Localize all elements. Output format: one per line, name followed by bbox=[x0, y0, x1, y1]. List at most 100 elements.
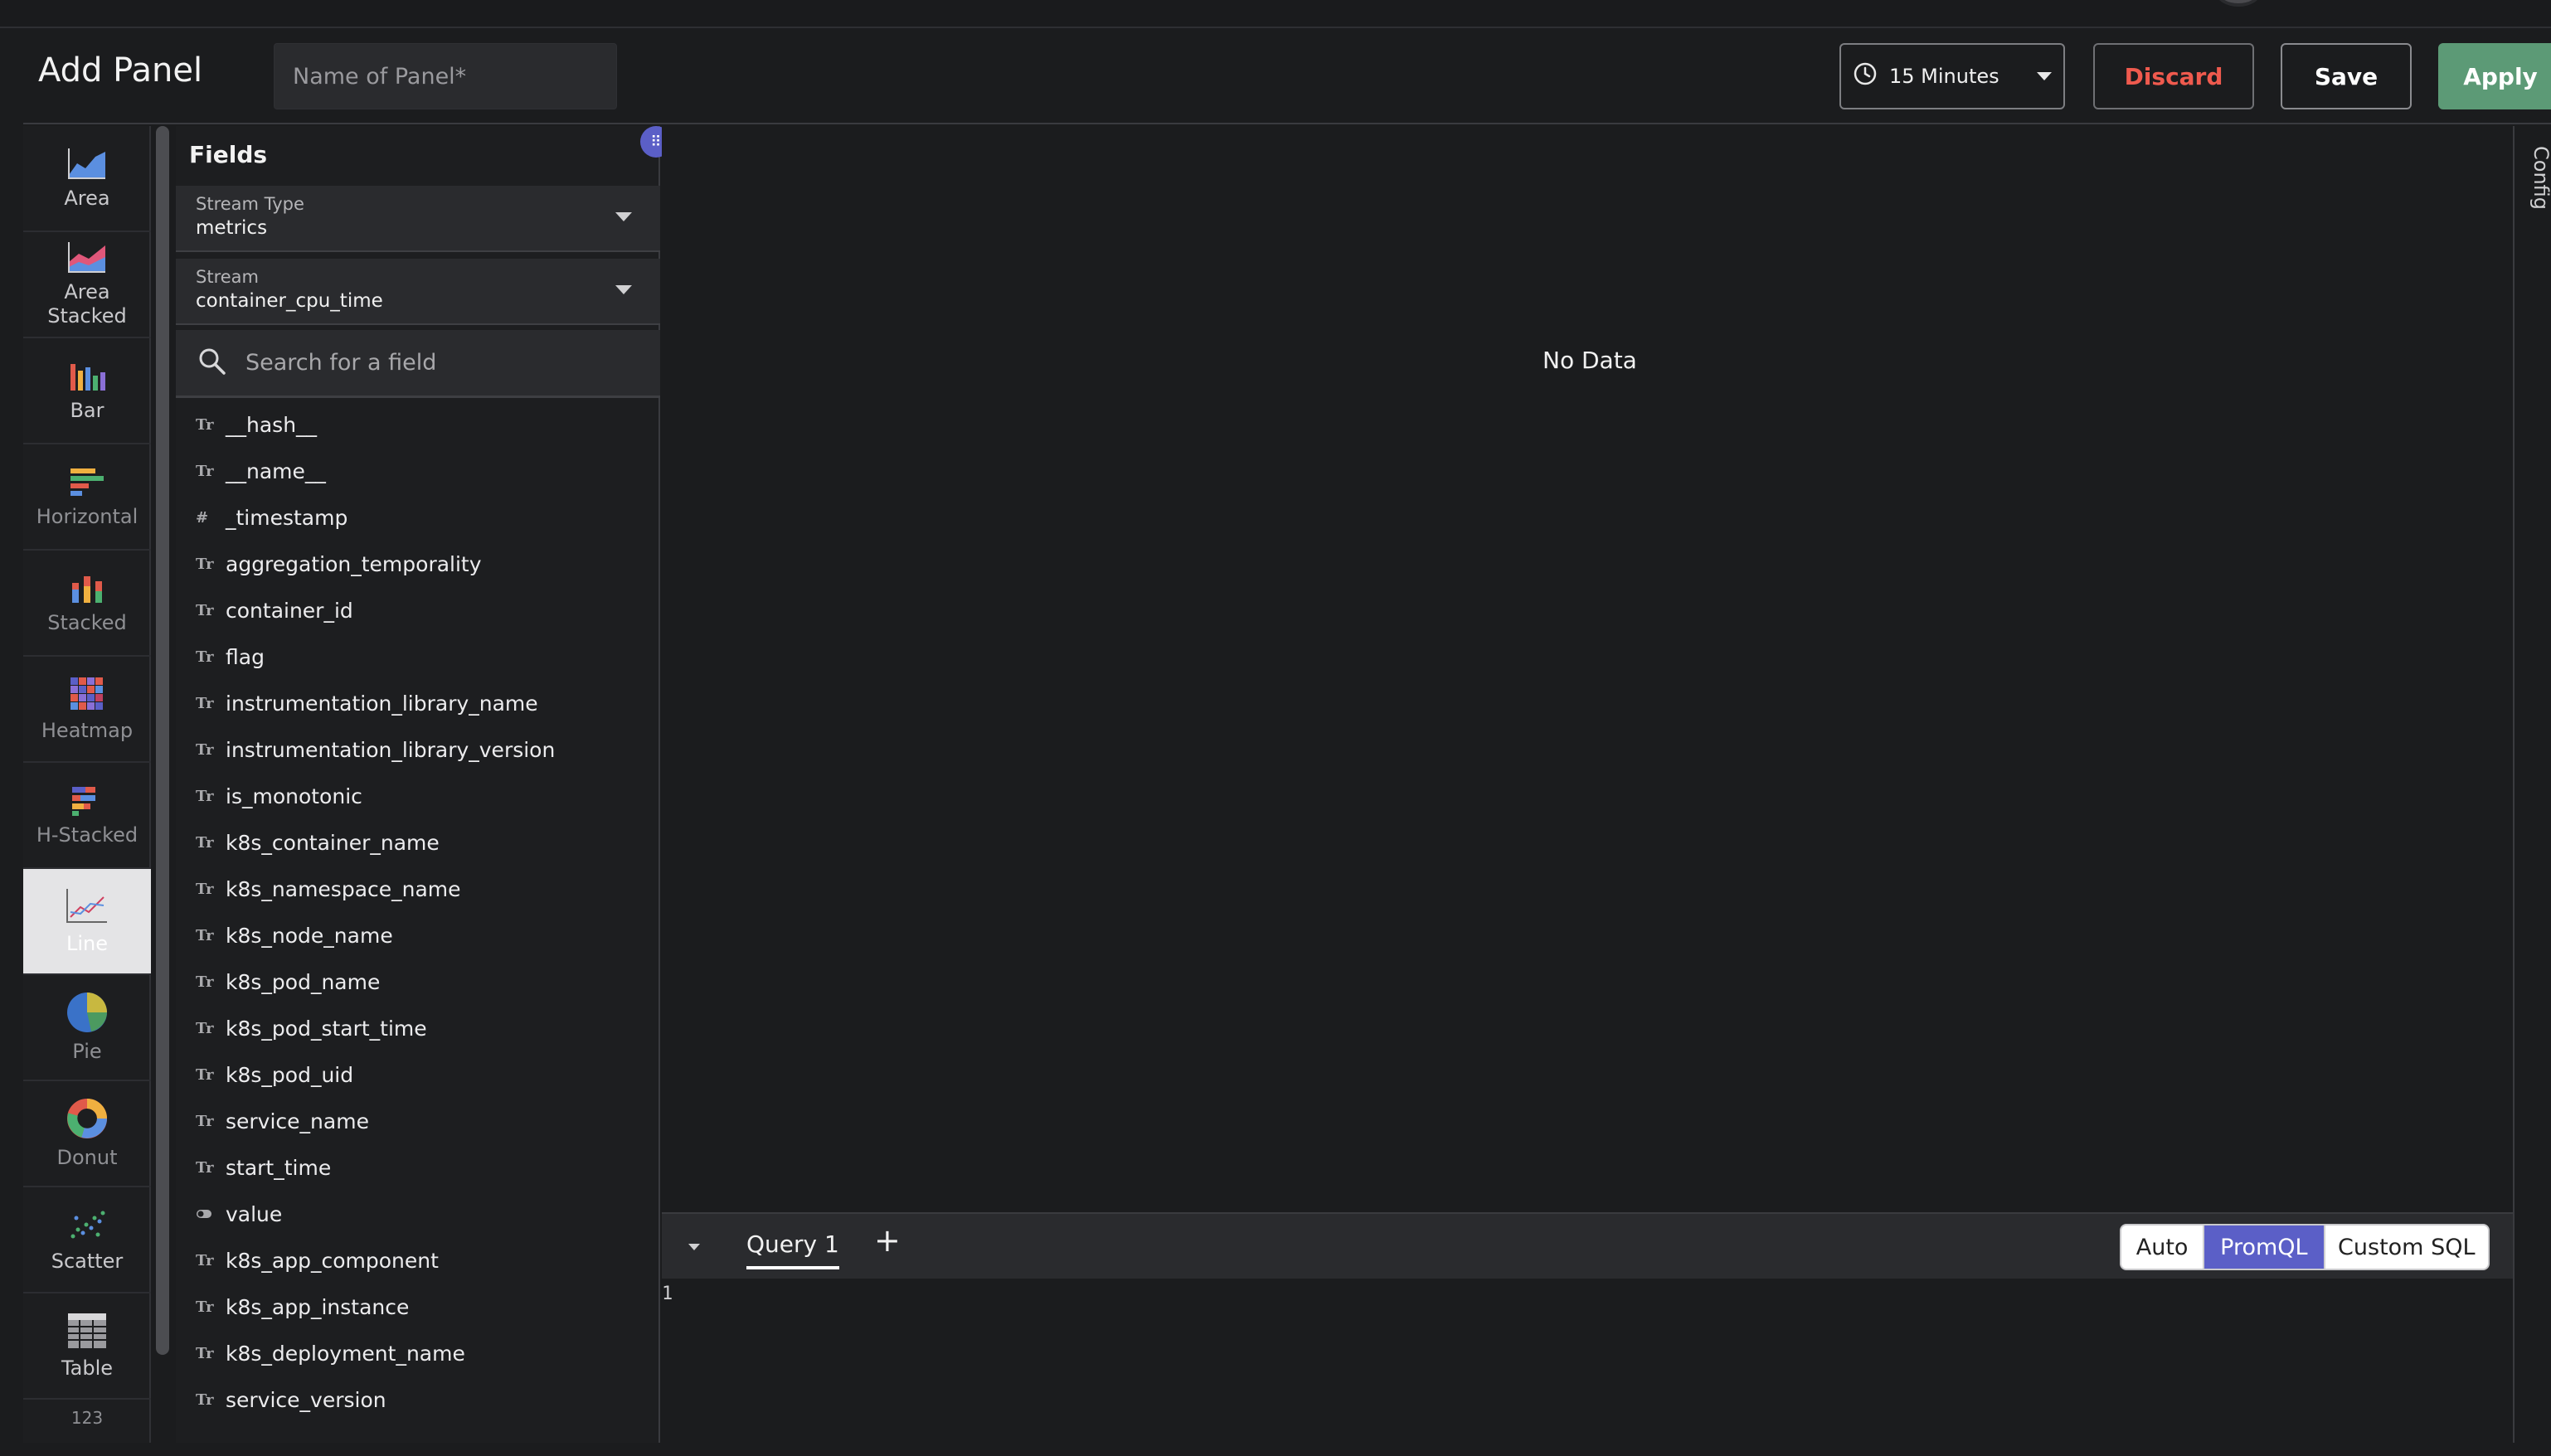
tab-query-1[interactable]: Query 1 bbox=[746, 1230, 839, 1269]
chart-type-h-stacked[interactable]: H-Stacked bbox=[23, 763, 151, 869]
field-name: _timestamp bbox=[226, 505, 348, 530]
chart-type-bar[interactable]: Bar bbox=[23, 338, 151, 444]
query-mode-toggle[interactable]: Auto PromQL Custom SQL bbox=[2120, 1224, 2490, 1270]
line-chart-icon bbox=[66, 888, 107, 923]
field-name: start_time bbox=[226, 1155, 332, 1180]
h-stacked-chart-icon bbox=[72, 786, 95, 816]
discard-button[interactable]: Discard bbox=[2093, 43, 2254, 109]
save-button[interactable]: Save bbox=[2281, 43, 2412, 109]
search-input[interactable] bbox=[244, 349, 629, 376]
field-name: k8s_container_name bbox=[226, 830, 440, 855]
chart-type-label: Horizontal bbox=[36, 504, 138, 528]
field-item[interactable]: Tr k8s_deployment_name bbox=[176, 1330, 660, 1376]
chart-type-label: Table bbox=[61, 1356, 114, 1380]
field-item[interactable]: Tr instrumentation_library_version bbox=[176, 726, 660, 773]
text-type-icon: Tr bbox=[196, 1019, 214, 1037]
field-name: instrumentation_library_version bbox=[226, 737, 556, 762]
chevron-down-icon bbox=[615, 212, 632, 221]
field-name: __name__ bbox=[226, 459, 326, 483]
text-type-icon: Tr bbox=[196, 1251, 214, 1269]
chart-type-next[interactable]: 123 bbox=[23, 1400, 151, 1456]
chart-type-horizontal[interactable]: Horizontal bbox=[23, 444, 151, 551]
field-name: k8s_app_instance bbox=[226, 1294, 410, 1319]
field-item[interactable]: Tr start_time bbox=[176, 1144, 660, 1191]
field-item[interactable]: Tr flag bbox=[176, 633, 660, 680]
top-bar bbox=[0, 0, 2551, 28]
config-label[interactable]: Config bbox=[2529, 146, 2551, 210]
stream-select[interactable]: Stream container_cpu_time bbox=[176, 259, 660, 325]
field-name: is_monotonic bbox=[226, 784, 362, 808]
clock-icon bbox=[1853, 61, 1878, 91]
chart-type-stacked[interactable]: Stacked bbox=[23, 551, 151, 657]
field-item[interactable]: Tr __name__ bbox=[176, 448, 660, 494]
scrollbar-thumb[interactable] bbox=[156, 126, 169, 1355]
text-type-icon: Tr bbox=[196, 1298, 214, 1316]
field-item[interactable]: Tr k8s_pod_uid bbox=[176, 1051, 660, 1098]
field-item[interactable]: Tr k8s_pod_name bbox=[176, 959, 660, 1005]
field-name: k8s_pod_start_time bbox=[226, 1016, 427, 1041]
collapse-query-icon[interactable] bbox=[688, 1244, 700, 1250]
chart-preview bbox=[662, 126, 2513, 1211]
chart-type-table[interactable]: Table bbox=[23, 1293, 151, 1400]
horizontal-bar-chart-icon bbox=[70, 468, 104, 496]
field-item[interactable]: Tr k8s_pod_start_time bbox=[176, 1005, 660, 1051]
panel-name-input[interactable] bbox=[274, 43, 617, 109]
field-item[interactable]: Tr container_id bbox=[176, 587, 660, 633]
add-query-button[interactable]: + bbox=[874, 1222, 901, 1259]
chevron-down-icon bbox=[615, 285, 632, 294]
field-item[interactable]: Tr service_version bbox=[176, 1376, 660, 1423]
select-label: Stream bbox=[196, 267, 259, 287]
text-type-icon: Tr bbox=[196, 880, 214, 898]
apply-button[interactable]: Apply bbox=[2438, 43, 2551, 109]
field-name: container_id bbox=[226, 598, 353, 623]
field-name: service_name bbox=[226, 1109, 369, 1133]
select-value: metrics bbox=[196, 217, 268, 239]
field-item[interactable]: Tr __hash__ bbox=[176, 401, 660, 448]
field-item[interactable]: Tr k8s_app_component bbox=[176, 1237, 660, 1284]
text-type-icon: Tr bbox=[196, 1112, 214, 1130]
text-type-icon: Tr bbox=[196, 601, 214, 619]
chart-type-label: Area Stacked bbox=[47, 280, 127, 328]
field-item[interactable]: Tr instrumentation_library_name bbox=[176, 680, 660, 726]
query-editor[interactable] bbox=[662, 1279, 2513, 1443]
field-item[interactable]: value bbox=[176, 1191, 660, 1237]
chart-type-area[interactable]: Area bbox=[23, 126, 151, 232]
field-search[interactable] bbox=[176, 330, 660, 398]
text-type-icon: Tr bbox=[196, 415, 214, 434]
chart-type-label: H-Stacked bbox=[36, 823, 138, 847]
chart-type-label: Donut bbox=[56, 1145, 118, 1169]
field-item[interactable]: # _timestamp bbox=[176, 494, 660, 541]
field-name: service_version bbox=[226, 1387, 386, 1412]
field-name: k8s_pod_name bbox=[226, 969, 381, 994]
mode-promql[interactable]: PromQL bbox=[2204, 1225, 2325, 1269]
chart-type-label: Scatter bbox=[51, 1249, 124, 1273]
field-name: value bbox=[226, 1201, 283, 1226]
chart-type-heatmap[interactable]: Heatmap bbox=[23, 657, 151, 763]
chart-type-pie[interactable]: Pie bbox=[23, 975, 151, 1081]
field-item[interactable]: Tr service_name bbox=[176, 1098, 660, 1144]
field-item[interactable]: Tr k8s_namespace_name bbox=[176, 866, 660, 912]
field-name: k8s_pod_uid bbox=[226, 1062, 354, 1087]
field-item[interactable]: Tr k8s_container_name bbox=[176, 819, 660, 866]
field-name: __hash__ bbox=[226, 412, 318, 437]
chart-type-area-stacked[interactable]: Area Stacked bbox=[23, 232, 151, 338]
mode-auto[interactable]: Auto bbox=[2121, 1225, 2205, 1269]
pie-chart-icon bbox=[67, 992, 107, 1032]
field-item[interactable]: Tr aggregation_temporality bbox=[176, 541, 660, 587]
field-item[interactable]: Tr k8s_node_name bbox=[176, 912, 660, 959]
chevron-down-icon bbox=[2037, 72, 2052, 80]
time-range-picker[interactable]: 15 Minutes bbox=[1839, 43, 2065, 109]
chart-type-label: Bar bbox=[70, 398, 104, 422]
text-type-icon: Tr bbox=[196, 926, 214, 944]
chart-type-donut[interactable]: Donut bbox=[23, 1081, 151, 1187]
text-type-icon: Tr bbox=[196, 555, 214, 573]
chart-type-line[interactable]: Line bbox=[23, 869, 151, 975]
field-item[interactable]: Tr is_monotonic bbox=[176, 773, 660, 819]
chart-type-label: Stacked bbox=[47, 610, 127, 634]
stream-type-select[interactable]: Stream Type metrics bbox=[176, 186, 660, 252]
config-sidebar-toggle[interactable] bbox=[2515, 126, 2551, 1443]
field-item[interactable]: Tr k8s_app_instance bbox=[176, 1284, 660, 1330]
mode-custom-sql[interactable]: Custom SQL bbox=[2325, 1225, 2488, 1269]
select-value: container_cpu_time bbox=[196, 290, 383, 312]
chart-type-scatter[interactable]: Scatter bbox=[23, 1187, 151, 1293]
